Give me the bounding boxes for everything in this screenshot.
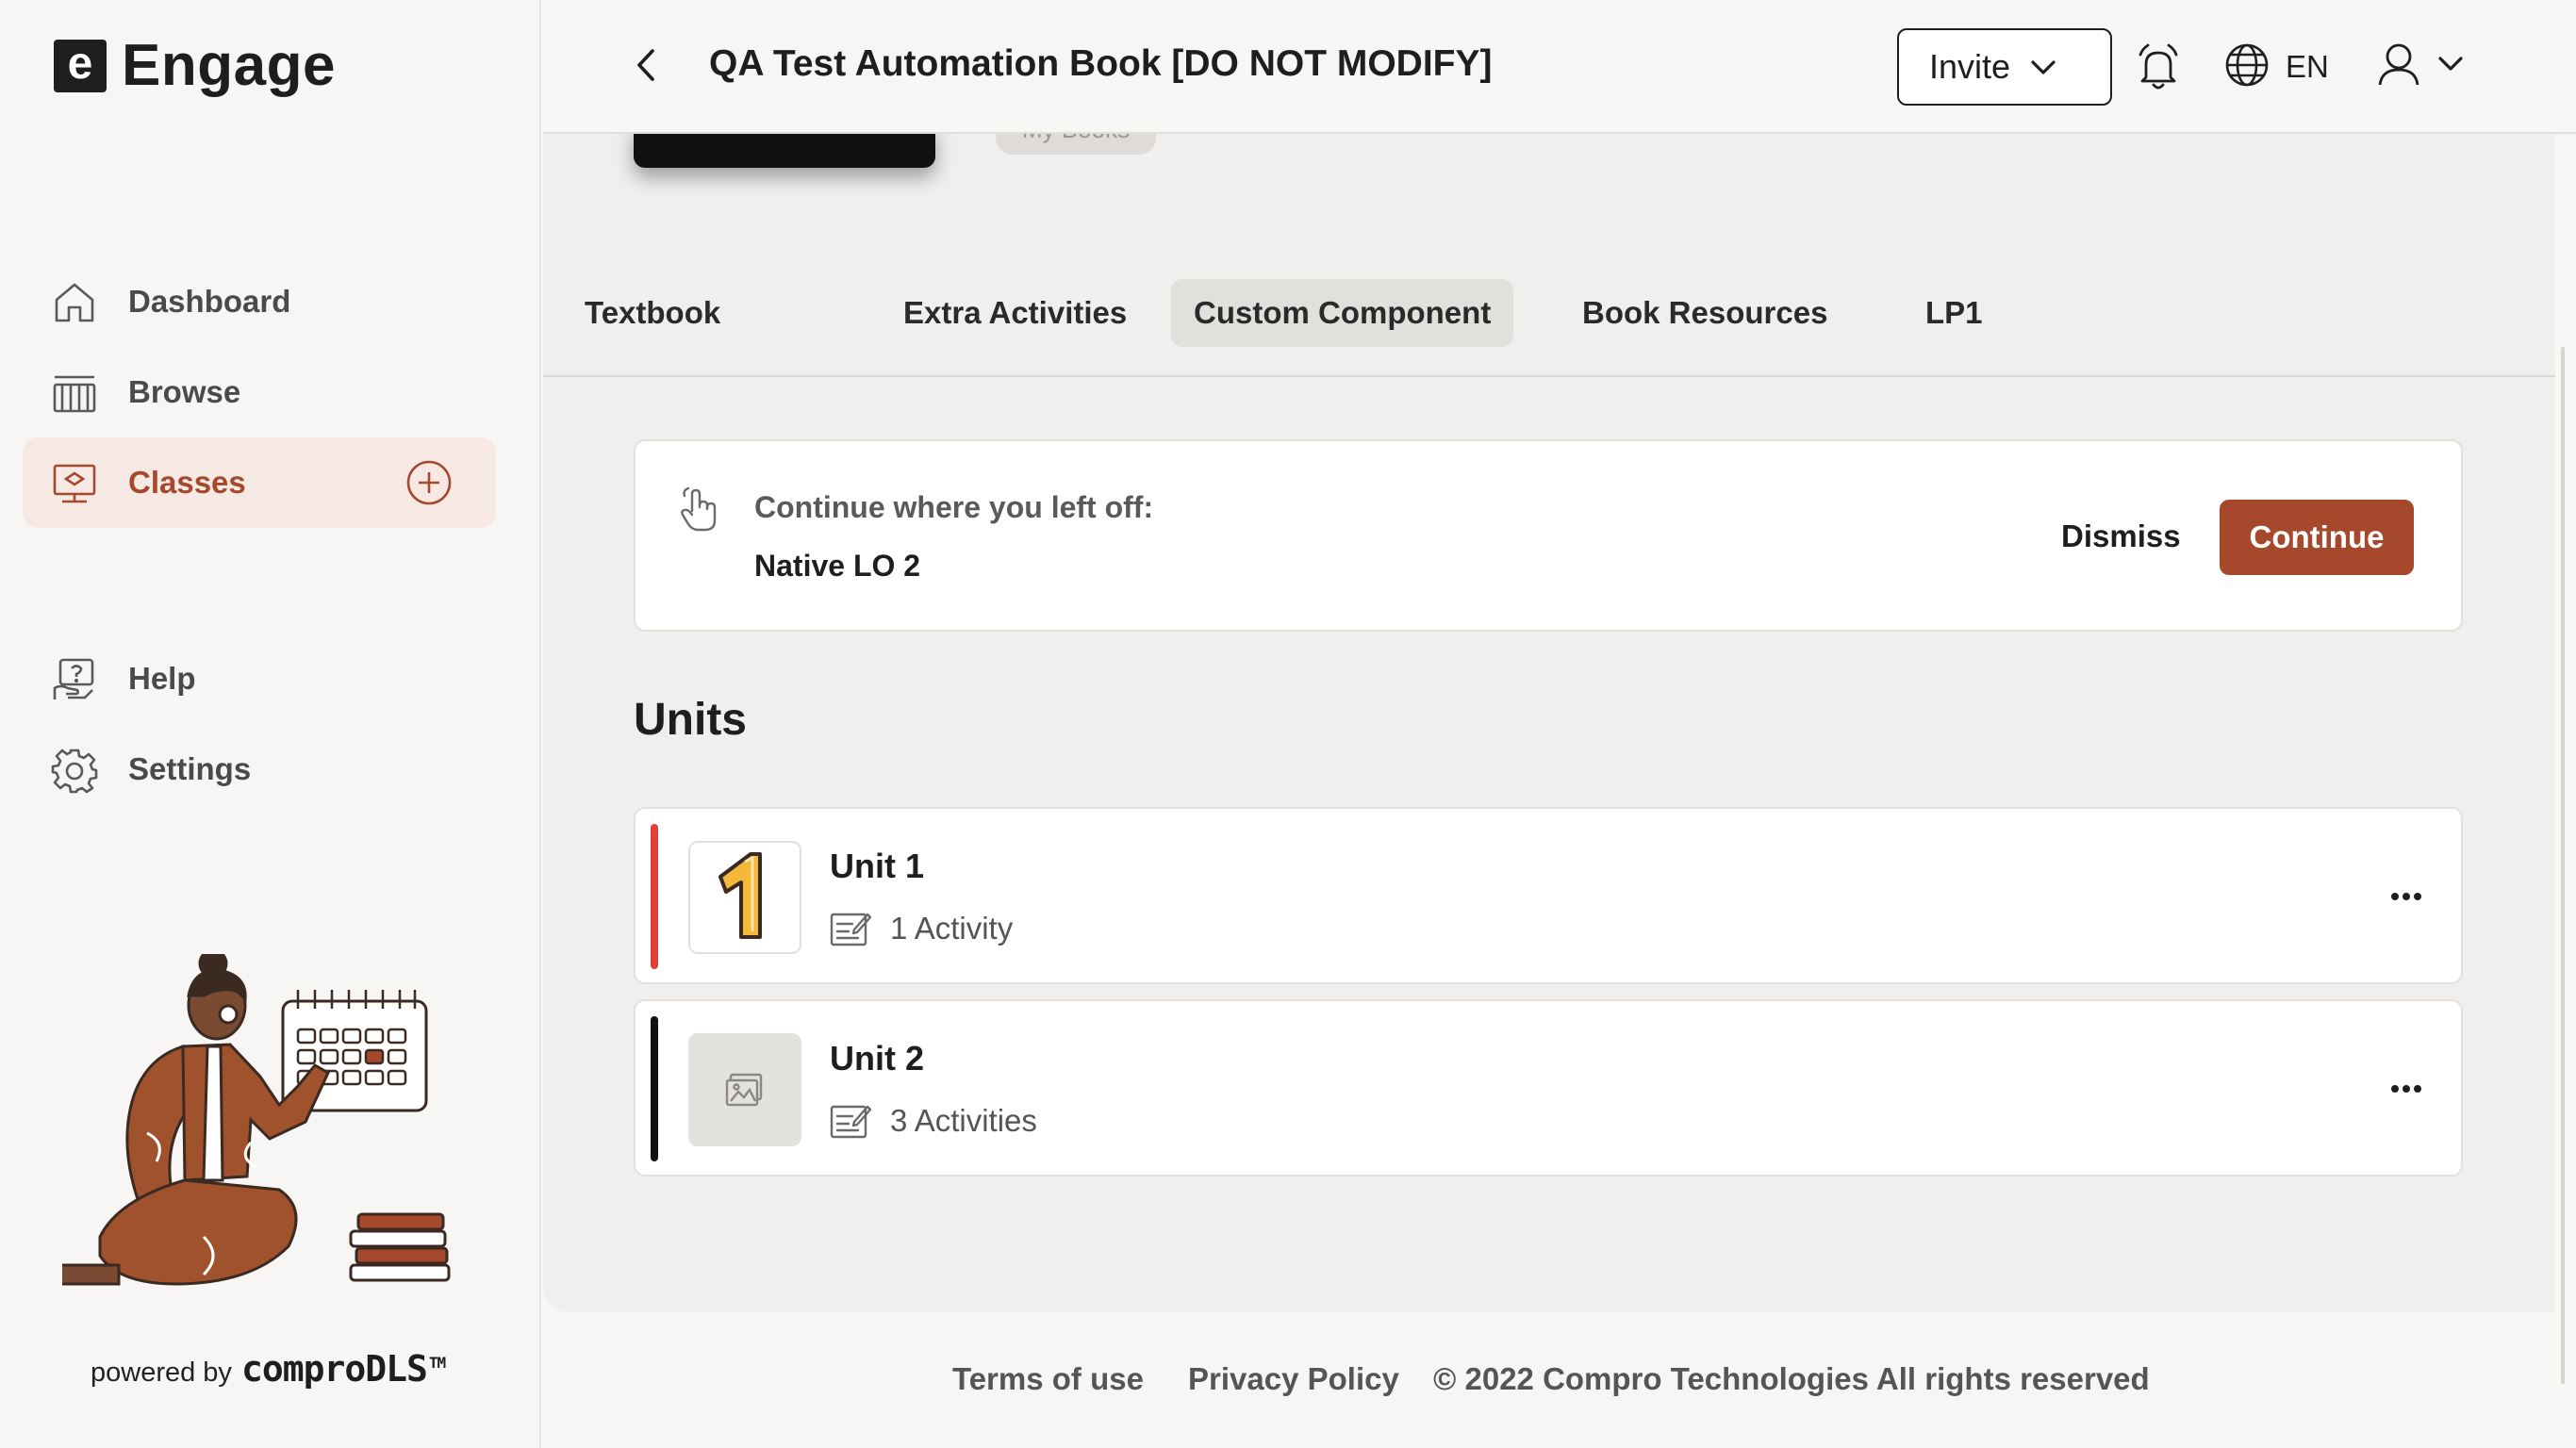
tab-extra-activities[interactable]: Extra Activities [881,279,1149,347]
continue-learning-card: Continue where you left off: Native LO 2… [634,439,2463,632]
invite-button[interactable]: Invite [1897,28,2112,106]
home-icon [55,283,94,322]
footer: Terms of use Privacy Policy © 2022 Compr… [543,1361,2555,1408]
sidebar-item-help[interactable]: Help [23,634,496,724]
unit-color-bar [651,824,658,969]
tab-textbook[interactable]: Textbook [562,279,743,347]
sidebar-item-label: Help [128,661,196,696]
activity-icon [830,1105,871,1139]
activity-icon [830,913,871,946]
unit-activity-count: 3 Activities [890,1103,1037,1138]
tab-lp1[interactable]: LP1 [1903,279,2006,347]
unit-row[interactable]: Unit 2 3 Activities [634,999,2463,1176]
unit-row[interactable]: Unit 1 1 Activity [634,807,2463,984]
help-icon [53,658,94,699]
last-item-name[interactable]: Native LO 2 [754,549,920,584]
logo-mark: e [54,38,107,92]
library-icon [53,375,96,413]
image-placeholder-icon [725,1073,763,1107]
trademark: TM [428,1354,446,1373]
units-heading: Units [634,695,747,745]
app-logo[interactable]: e Engage [54,32,336,99]
chevron-down-icon [2031,60,2056,74]
sidebar-item-label: Dashboard [128,284,291,319]
back-arrow-icon[interactable] [624,41,671,89]
notification-bell-icon[interactable] [2133,41,2184,92]
sidebar-item-dashboard[interactable]: Dashboard [23,256,496,347]
dismiss-button[interactable]: Dismiss [2061,518,2181,554]
book-tabs: Textbook Extra Activities Custom Compone… [543,134,2555,377]
book-content-area: My Books Textbook Extra Activities Custo… [543,124,2555,1312]
powered-by: powered by comproDLS TM [91,1348,446,1390]
scrollbar-thumb[interactable] [2561,347,2565,1384]
unit-color-bar [651,1016,658,1161]
sidebar: e Engage Dashboard Browse Classes Help S… [0,0,541,1448]
unit-title: Unit 2 [830,1039,925,1078]
hand-pointer-icon [681,486,717,532]
brand-name: comproDLS [240,1348,428,1390]
copyright-text: © 2022 Compro Technologies All rights re… [1433,1361,2150,1396]
number-one-graphic [718,852,762,939]
sidebar-item-label: Classes [128,465,246,500]
brand-logo: comproDLS TM [240,1348,446,1390]
more-options-icon[interactable] [2387,1075,2425,1103]
chevron-down-icon[interactable] [2436,55,2465,74]
add-class-button[interactable] [405,459,453,506]
sidebar-item-label: Settings [128,751,252,786]
unit-title: Unit 1 [830,847,925,885]
sidebar-item-classes[interactable]: Classes [23,437,496,528]
continue-label: Continue where you left off: [754,490,1154,524]
sidebar-item-browse[interactable]: Browse [23,347,496,437]
more-options-icon[interactable] [2387,882,2425,911]
sidebar-item-settings[interactable]: Settings [23,724,496,814]
powered-by-text: powered by [91,1358,232,1388]
sidebar-item-label: Browse [128,374,241,409]
user-avatar-icon[interactable] [2374,40,2423,89]
language-selector[interactable]: EN [2286,49,2329,85]
teacher-illustration [62,954,451,1286]
scrollbar-track[interactable] [2555,134,2576,1312]
unit-activity-count: 1 Activity [890,911,1014,946]
top-header: QA Test Automation Book [DO NOT MODIFY] … [543,0,2576,134]
unit-thumbnail [688,1033,801,1146]
terms-link[interactable]: Terms of use [952,1361,1144,1397]
continue-button[interactable]: Continue [2220,500,2414,575]
privacy-link[interactable]: Privacy Policy [1188,1361,1399,1397]
unit-thumbnail [688,841,801,954]
tab-custom-component[interactable]: Custom Component [1171,279,1514,347]
globe-icon[interactable] [2223,41,2271,89]
invite-label: Invite [1929,47,2011,86]
tab-book-resources[interactable]: Book Resources [1560,279,1850,347]
app-name: Engage [122,33,336,98]
main-content: My Books Textbook Extra Activities Custo… [543,124,2576,1448]
page-title: QA Test Automation Book [DO NOT MODIFY] [709,43,1493,84]
logo-letter: e [67,38,93,89]
classroom-icon [53,464,96,503]
gear-icon [51,749,98,794]
